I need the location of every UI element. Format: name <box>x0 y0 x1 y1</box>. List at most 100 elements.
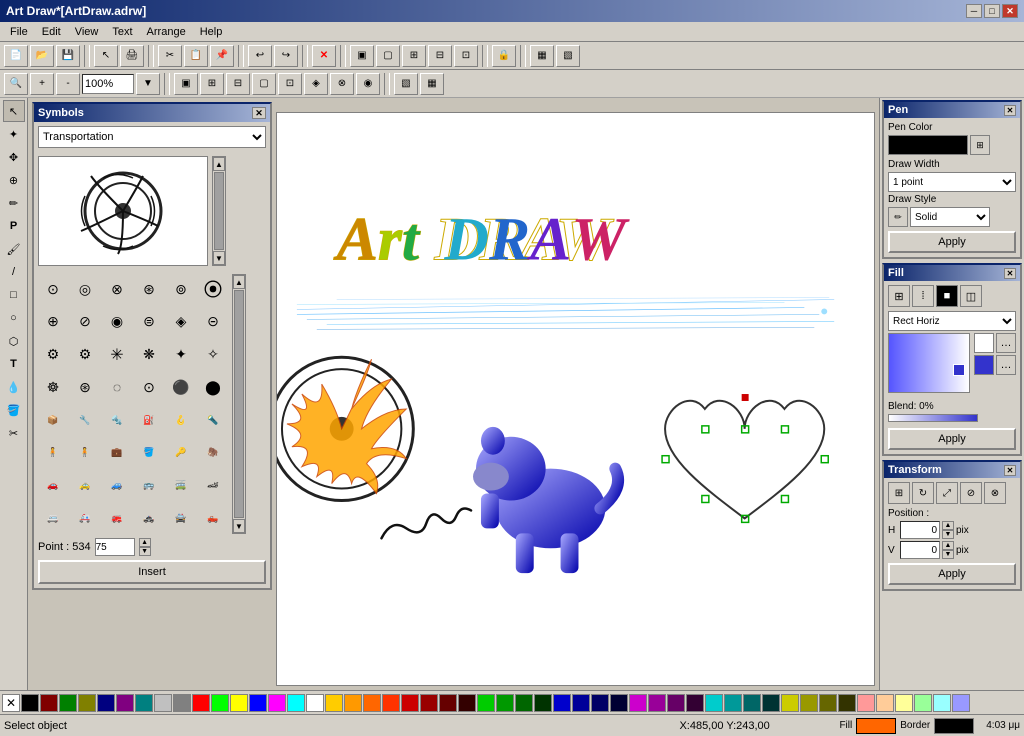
transform-skew[interactable]: ⊘ <box>960 482 982 504</box>
sym-item[interactable]: 🚒 <box>102 503 132 533</box>
eyedropper-tool[interactable]: 💧 <box>3 376 25 398</box>
color-cell-7[interactable] <box>154 694 172 712</box>
color-cell-24[interactable] <box>477 694 495 712</box>
insert-button[interactable]: Insert <box>38 560 266 584</box>
sym-item[interactable]: 🚑 <box>70 503 100 533</box>
color-cell-48[interactable] <box>933 694 951 712</box>
draw-style-select[interactable]: Solid <box>910 207 990 227</box>
zoom-tool[interactable]: ⊕ <box>3 169 25 191</box>
color-cell-15[interactable] <box>306 694 324 712</box>
color-cell-49[interactable] <box>952 694 970 712</box>
fill-status-swatch[interactable] <box>856 718 896 734</box>
transform-scale[interactable]: ⤢ <box>936 482 958 504</box>
sym-item[interactable]: ⚙ <box>70 340 100 370</box>
sym-item[interactable]: 🚐 <box>38 503 68 533</box>
menu-item-help[interactable]: Help <box>194 24 229 40</box>
scroll-down2[interactable]: ▼ <box>233 519 245 533</box>
color-cell-39[interactable] <box>762 694 780 712</box>
color-cell-44[interactable] <box>857 694 875 712</box>
color-cell-5[interactable] <box>116 694 134 712</box>
transform-panel-close[interactable]: ✕ <box>1004 465 1016 476</box>
node-tool[interactable]: ✦ <box>3 123 25 145</box>
sym-item[interactable]: ⊘ <box>70 307 100 337</box>
tb2-btn2[interactable]: ⊞ <box>200 73 224 95</box>
save-button[interactable]: 💾 <box>56 45 80 67</box>
sym-item[interactable]: ⚫ <box>166 372 196 402</box>
sym-item[interactable]: ◈ <box>166 307 196 337</box>
redo-button[interactable]: ↪ <box>274 45 298 67</box>
symbols-header[interactable]: Symbols ✕ <box>34 104 270 122</box>
menu-item-file[interactable]: File <box>4 24 34 40</box>
sym-item[interactable]: 🔩 <box>102 405 132 435</box>
sym-item[interactable]: 🚓 <box>134 503 164 533</box>
zoom-in-btn[interactable]: + <box>30 73 54 95</box>
open-button[interactable]: 📂 <box>30 45 54 67</box>
fill-gradient-preview[interactable] <box>888 333 970 393</box>
pen-color-grid-btn[interactable]: ⊞ <box>970 135 990 155</box>
undo-button[interactable]: ↩ <box>248 45 272 67</box>
sym-item[interactable]: ⊕ <box>38 307 68 337</box>
sym-item[interactable]: ⛽ <box>134 405 164 435</box>
sym-item[interactable]: ✧ <box>198 340 228 370</box>
minimize-button[interactable]: ─ <box>966 4 982 18</box>
color-cell-18[interactable] <box>363 694 381 712</box>
zoom-out-small[interactable]: 🔍 <box>4 73 28 95</box>
color-cell-2[interactable] <box>59 694 77 712</box>
symbols-close-button[interactable]: ✕ <box>252 107 266 119</box>
sym-item[interactable]: ✳ <box>102 340 132 370</box>
scroll-down[interactable]: ▼ <box>213 251 225 265</box>
color-cell-33[interactable] <box>648 694 666 712</box>
fill-tool[interactable]: 🪣 <box>3 399 25 421</box>
sym-item[interactable]: 🦣 <box>198 438 228 468</box>
sym-item[interactable]: ⊜ <box>134 307 164 337</box>
menu-item-text[interactable]: Text <box>106 24 138 40</box>
cut-button[interactable]: ✂ <box>158 45 182 67</box>
tb2-btn7[interactable]: ⊗ <box>330 73 354 95</box>
color-cell-0[interactable] <box>21 694 39 712</box>
draw-width-select[interactable]: 1 point <box>888 172 1016 192</box>
fill-more-btn2[interactable]: … <box>996 355 1016 375</box>
color-cell-32[interactable] <box>629 694 647 712</box>
color-cell-37[interactable] <box>724 694 742 712</box>
scroll-thumb[interactable] <box>214 172 224 250</box>
sym-item[interactable]: ⊙ <box>134 372 164 402</box>
color-cell-9[interactable] <box>192 694 210 712</box>
tb2-btn10[interactable]: ▦ <box>420 73 444 95</box>
color-cell-40[interactable] <box>781 694 799 712</box>
color-cell-10[interactable] <box>211 694 229 712</box>
color-cell-43[interactable] <box>838 694 856 712</box>
sym-item[interactable]: 🏎 <box>198 471 228 501</box>
flip-button[interactable]: ⊟ <box>428 45 452 67</box>
ungroup-button[interactable]: ▢ <box>376 45 400 67</box>
tb2-btn3[interactable]: ⊟ <box>226 73 250 95</box>
print-button[interactable]: 🖨 <box>120 45 144 67</box>
text-tool[interactable]: T <box>3 353 25 375</box>
color-cell-12[interactable] <box>249 694 267 712</box>
sym-item[interactable]: ✦ <box>166 340 196 370</box>
point-value-input[interactable] <box>95 538 135 556</box>
tb2-btn6[interactable]: ◈ <box>304 73 328 95</box>
point-down[interactable]: ▼ <box>139 547 151 556</box>
delete-button[interactable]: ✕ <box>312 45 336 67</box>
shape-tool[interactable]: □ <box>3 284 25 306</box>
sym-item[interactable]: 🛻 <box>198 503 228 533</box>
color-cell-8[interactable] <box>173 694 191 712</box>
color-cell-11[interactable] <box>230 694 248 712</box>
color-cell-4[interactable] <box>97 694 115 712</box>
select-arrow-tool[interactable]: ↖ <box>3 100 25 122</box>
pen-color-swatch[interactable] <box>888 135 968 155</box>
sym-item[interactable]: ◎ <box>70 274 100 304</box>
brush-tool[interactable]: 🖌 <box>3 238 25 260</box>
color-cell-41[interactable] <box>800 694 818 712</box>
transform-flip[interactable]: ⊗ <box>984 482 1006 504</box>
sym-item[interactable]: ⬤ <box>198 372 228 402</box>
sym-item[interactable]: ◉ <box>102 307 132 337</box>
pen-tool[interactable]: P <box>3 215 25 237</box>
v-down[interactable]: ▼ <box>942 550 954 559</box>
zoom-dropdown[interactable]: ▼ <box>136 73 160 95</box>
tb2-btn5[interactable]: ⊡ <box>278 73 302 95</box>
sym-item[interactable]: ⊙ <box>38 274 68 304</box>
sym-item[interactable]: ⊗ <box>102 274 132 304</box>
sym-item[interactable]: ⊛ <box>134 274 164 304</box>
color-cell-30[interactable] <box>591 694 609 712</box>
